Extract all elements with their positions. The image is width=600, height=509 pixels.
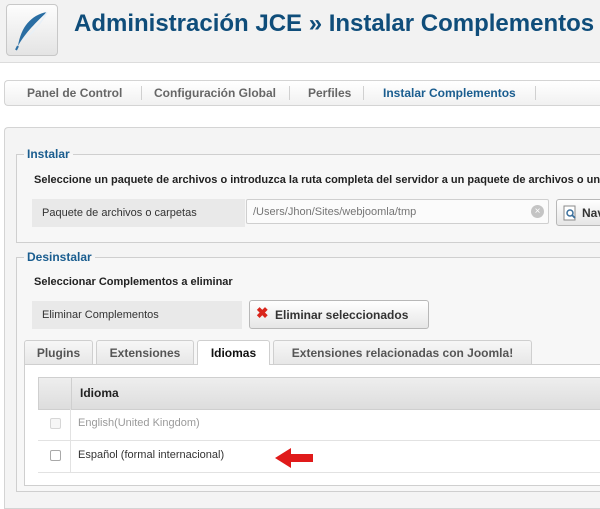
nav-item-global-config[interactable]: Configuración Global [150,81,280,105]
feather-logo-icon [6,4,58,56]
row-checkbox[interactable] [50,450,61,461]
nav-item-profiles[interactable]: Perfiles [304,81,355,105]
page-header: Administración JCE » Instalar Complement… [0,0,600,63]
install-description: Seleccione un paquete de archivos o intr… [34,174,600,186]
red-arrow-icon [275,448,315,473]
select-column-header [39,378,72,409]
delete-x-icon: ✖ [256,305,269,322]
nav-item-control-panel[interactable]: Panel de Control [23,81,126,105]
remove-addons-label: Eliminar Complementos [32,301,242,329]
nav-divider [141,86,142,100]
checkbox-cell [38,409,71,440]
install-legend: Instalar [27,147,70,161]
install-fieldset: Instalar [16,147,600,243]
package-path-input[interactable] [246,199,549,224]
column-language: Idioma [80,386,119,400]
checkbox-cell [38,441,71,472]
tab-plugins[interactable]: Plugins [24,340,93,364]
main-nav: Panel de Control Configuración Global Pe… [4,80,600,106]
language-name: English(United Kingdom) [78,417,200,429]
clear-input-icon[interactable]: × [531,205,544,218]
row-checkbox-disabled [50,418,61,429]
nav-divider [363,86,364,100]
table-header: Idioma [38,377,600,410]
tab-extensions[interactable]: Extensiones [96,340,194,364]
table-row: English(United Kingdom) [38,409,600,441]
table-row: Español (formal internacional) [38,441,600,473]
tab-languages[interactable]: Idiomas [197,340,270,365]
remove-selected-label: Eliminar seleccionados [275,308,409,322]
browse-button-label: Nav [582,206,600,220]
tab-joomla-extensions[interactable]: Extensiones relacionadas con Joomla! [273,340,532,364]
uninstall-legend: Desinstalar [27,250,92,264]
nav-divider [289,86,290,100]
page-title: Administración JCE » Instalar Complement… [74,10,595,37]
remove-selected-button[interactable]: ✖ Eliminar seleccionados [249,300,429,329]
package-label: Paquete de archivos o carpetas [32,199,245,227]
nav-divider [535,86,536,100]
uninstall-description: Seleccionar Complementos a eliminar [34,276,233,288]
browse-button[interactable]: Nav [556,199,600,226]
nav-item-install-addons[interactable]: Instalar Complementos [379,81,520,105]
browse-file-icon [562,205,578,224]
language-name: Español (formal internacional) [78,449,225,461]
